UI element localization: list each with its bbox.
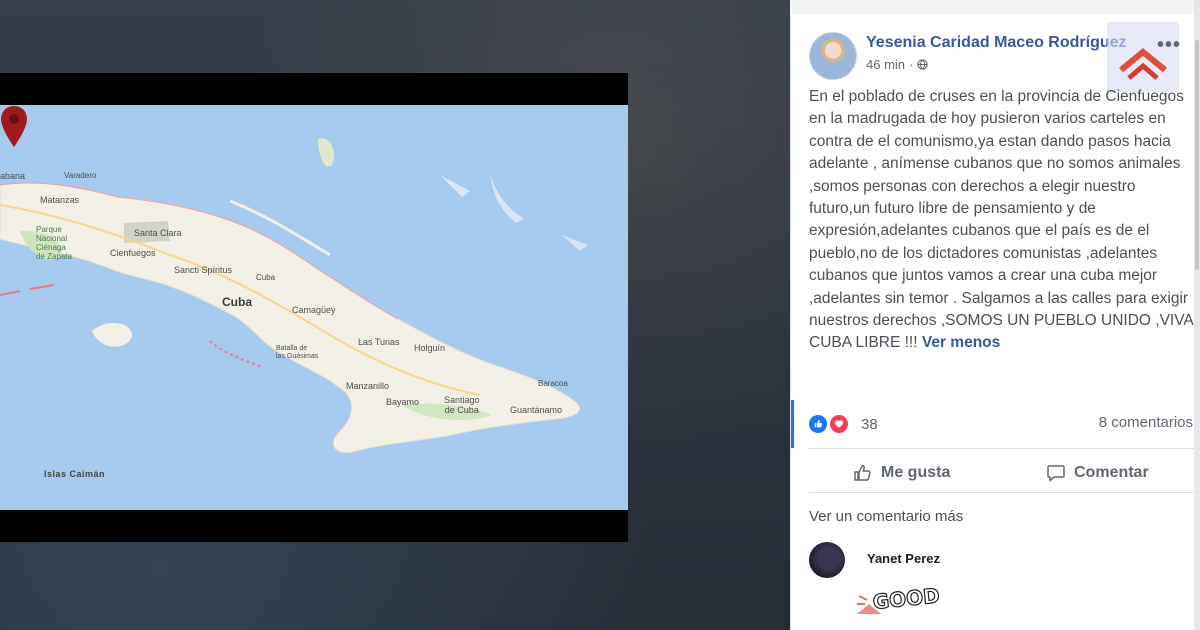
label-zapata-park: Parque Nacional Ciénaga de Zapata: [36, 225, 73, 261]
post-body: En el poblado de cruses en la provincia …: [809, 86, 1194, 355]
comment-button[interactable]: Comentar: [1046, 463, 1149, 483]
label-las-tunas: Las Tunas: [358, 337, 400, 347]
label-cuba: Cuba: [222, 295, 252, 309]
facebook-post: Yesenia Caridad Maceo Rodríguez 46 min ·…: [790, 14, 1199, 630]
post-time[interactable]: 46 min: [866, 57, 905, 72]
good-sticker: GOOD: [857, 583, 941, 615]
video-player[interactable]: abana Varadero Matanzas Parque Nacional …: [0, 73, 628, 542]
label-cuba-small: Cuba: [256, 273, 276, 282]
island-shape: [318, 138, 335, 167]
comment-count-link[interactable]: 8 comentarios: [1099, 414, 1193, 431]
label-bayamo: Bayamo: [386, 397, 420, 407]
label-manzanillo: Manzanillo: [346, 381, 390, 391]
label-matanzas: Matanzas: [40, 195, 80, 205]
meta-separator: ·: [909, 57, 914, 72]
love-reaction-icon: [829, 414, 849, 434]
isla-juventud: [92, 323, 133, 347]
view-more-comments-link[interactable]: Ver un comentario más: [809, 508, 963, 525]
left-accent-bar: [791, 400, 794, 448]
comment-icon: [1047, 465, 1065, 482]
label-varadero: Varadero: [64, 171, 97, 180]
see-less-link[interactable]: Ver menos: [922, 334, 1000, 351]
reaction-count: 38: [861, 415, 878, 433]
map-of-cuba: abana Varadero Matanzas Parque Nacional …: [0, 105, 628, 510]
reactions-summary[interactable]: 38: [809, 414, 878, 434]
author-avatar[interactable]: [809, 32, 857, 80]
label-santa-clara: Santa Clara: [134, 228, 182, 238]
watermark-icon: [1119, 48, 1167, 80]
post-text: En el poblado de cruses en la provincia …: [809, 88, 1193, 352]
like-button[interactable]: Me gusta: [853, 463, 950, 483]
globe-icon: [917, 59, 929, 70]
label-sancti-spiritus: Sancti Spíritus: [174, 265, 233, 275]
like-button-label: Me gusta: [881, 464, 951, 481]
label-cienfuegos: Cienfuegos: [110, 248, 156, 258]
label-santiago: Santiago de Cuba: [444, 395, 480, 415]
thumbs-up-icon: [854, 464, 871, 481]
south-keys: [209, 340, 263, 368]
like-reaction-icon: [809, 415, 827, 433]
label-holguin: Holguín: [414, 343, 446, 353]
reef-shape-2: [490, 175, 524, 223]
post-meta: 46 min ·: [866, 57, 929, 72]
comment-button-label: Comentar: [1074, 464, 1149, 481]
scrollbar[interactable]: [1194, 0, 1200, 630]
cuba-island: [0, 182, 580, 453]
label-guantanamo: Guantánamo: [510, 405, 563, 415]
southwest-keys: [0, 284, 55, 296]
divider: [809, 448, 1195, 449]
reef-shape-3: [562, 235, 588, 251]
label-guasimas: Batalla de las Guásimas: [276, 345, 319, 360]
divider: [809, 492, 1195, 493]
sticker-text: GOOD: [872, 583, 941, 614]
label-baracoa: Baracoa: [538, 379, 568, 388]
commenter-name[interactable]: Yanet Perez: [867, 551, 940, 566]
location-pin-icon: [1, 106, 27, 147]
author-name[interactable]: Yesenia Caridad Maceo Rodríguez: [866, 34, 1127, 52]
label-havana: abana: [0, 171, 26, 181]
commenter-avatar[interactable]: [809, 542, 845, 578]
watermark-logo: [1107, 22, 1179, 92]
reef-shape: [440, 175, 470, 197]
more-options-button[interactable]: •••: [1157, 34, 1181, 57]
label-islas-caiman: Islas Caimán: [44, 469, 106, 479]
label-camaguey: Camagüey: [292, 305, 336, 315]
